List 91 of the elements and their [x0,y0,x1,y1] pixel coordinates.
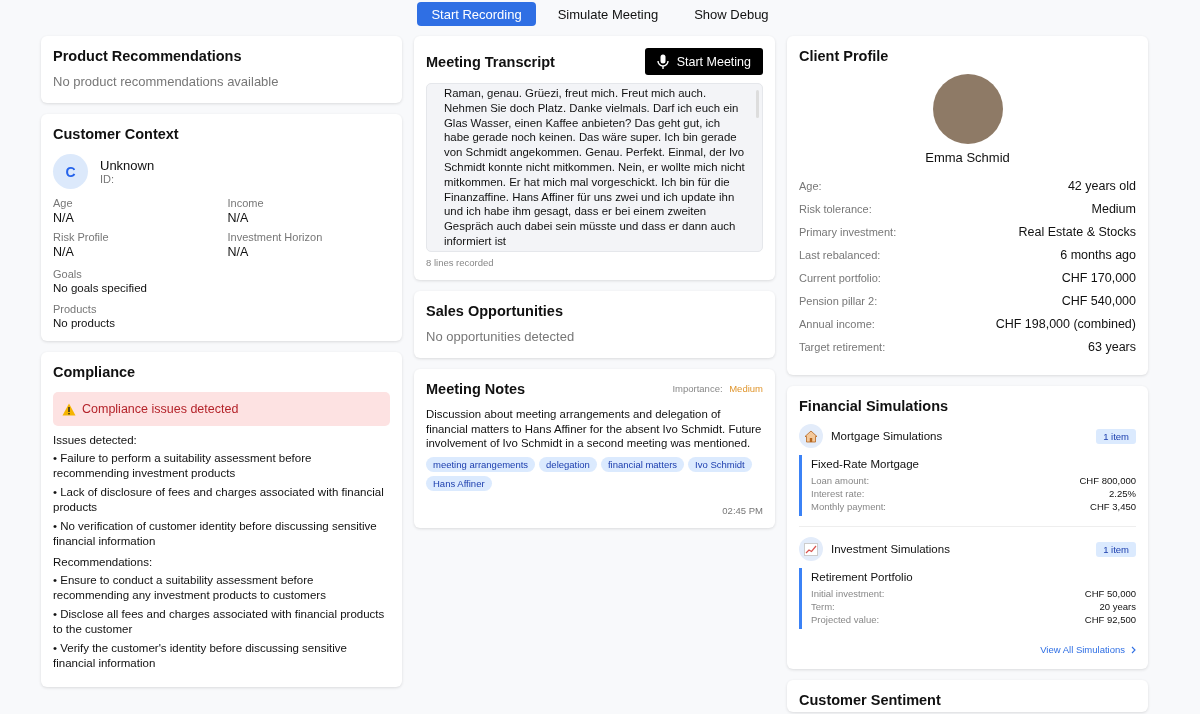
simulation-value: 2.25% [1109,487,1136,500]
profile-value: 6 months ago [1060,248,1136,262]
toolbar-button[interactable]: Simulate Meeting [543,2,673,26]
card-title: Sales Opportunities [426,302,564,319]
card-title: Customer Sentiment [799,692,942,708]
profile-value: CHF 170,000 [1061,271,1136,285]
client-name: Emma Schmid [924,150,1011,165]
profile-value: 42 years old [1067,179,1136,193]
section-value: No products [53,317,116,329]
simulation-value: CHF 800,000 [1079,474,1136,487]
house-icon [799,424,823,448]
field-value: N/A [227,245,250,259]
warning-icon [62,402,76,416]
profile-value: CHF 198,000 (combined) [995,317,1136,331]
microphone-icon [656,54,669,69]
section-label: Goals [53,268,83,280]
chart-icon [799,537,823,561]
list-heading: Issues detected: [53,434,138,446]
item-count-badge: 1 item [1096,428,1136,444]
simulation-value: 20 years [1099,600,1136,613]
field-value: N/A [53,211,75,225]
card-title: Meeting Notes [426,380,526,397]
simulation-title: Retirement Portfolio [811,571,914,583]
simulation-group-title: Investment Simulations [831,543,951,555]
profile-value: CHF 540,000 [1061,294,1136,308]
section-value: No goals specified [53,282,148,294]
profile-label: Target retirement: [799,341,886,353]
simulation-value: CHF 50,000 [1084,587,1136,600]
view-all-simulations-link[interactable]: View All Simulations [1040,644,1136,655]
field-value: N/A [53,245,75,259]
card-title: Meeting Transcript [426,53,555,70]
note-time: 02:45 PM [721,505,763,517]
field-label: Income [227,197,265,209]
list-item: • Lack of disclosure of fees and charges associated with financial products [53,485,385,515]
start-meeting-button[interactable]: Start Meeting [644,48,763,75]
field-label: Risk Profile [53,231,110,243]
profile-label: Last rebalanced: [799,249,881,261]
customer-name: Unknown [100,158,155,173]
item-count-badge: 1 item [1096,541,1136,557]
profile-value: Real Estate & Stocks [1018,225,1136,239]
simulation-label: Loan amount: [811,474,870,487]
importance-value: Medium [729,383,763,395]
profile-label: Risk tolerance: [799,203,872,215]
notes-summary: Discussion about meeting arrangements and delegation of financial matters to Hans Affiner for the absent Ivo Schmidt. Future involvement of Ivo Schmidt in a second meeting was mentioned. [426,406,763,452]
alert-text: Compliance issues detected [82,402,239,416]
empty-message: No opportunities detected [426,328,576,344]
simulation-label: Term: [811,600,835,613]
simulation-title: Fixed-Rate Mortgage [811,458,921,470]
list-item: • Verify the customer's identity before discussing sensitive financial information [53,641,348,671]
transcript-text: Raman, genau. Grüezi, freut mich. Freut mich auch. Nehmen Sie doch Platz. Danke vielmals. Darf ich euch ein Glas Wasser, einen Kaffee anbieten? Das geht gut, ich habe gerade noch keinen. Das wäre super. Ich bin gerade von Schmidt angekommen. Genau. Perfekt. Einmal, der Ivo Schmidt konnte nicht mitkommen. Nein, er wollte mich nicht mitkommen. Er hat mich mal vorgeschickt. Ich bin für die Finanzaffine. Hans Affiner für uns zwei und ich update ihn und ich habe ihm gesagt, dass er bei einem zweiten Gespräch auch dabei sein müsste und dass er dann auch informiert ist [444,86,746,249]
chevron-right-icon [1131,646,1136,655]
profile-value: Medium [1091,202,1136,216]
profile-label: Age: [799,180,822,192]
simulation-label: Interest rate: [811,487,865,500]
field-value: N/A [227,211,250,225]
list-item: • Disclose all fees and charges associated with financial products to the customer [53,607,386,637]
customer-id-label: ID: [100,173,116,185]
empty-message: No product recommendations available [53,74,280,89]
lines-recorded-count: 8 lines recorded [426,256,495,268]
section-label: Products [53,303,98,315]
simulation-value: CHF 92,500 [1084,613,1136,626]
card-title: Compliance [53,364,137,380]
profile-value: 63 years [1088,340,1136,354]
simulation-label: Initial investment: [811,587,885,600]
toolbar-button[interactable]: Start Recording [417,2,536,26]
profile-label: Current portfolio: [799,272,881,284]
list-item: • Failure to perform a suitability assessment before recommending investment products [53,451,313,481]
simulation-label: Projected value: [811,613,880,626]
tag: delegation [539,457,597,473]
toolbar-button[interactable]: Show Debug [680,2,783,26]
field-label: Age [53,197,74,209]
simulation-group-title: Mortgage Simulations [831,430,944,442]
field-label: Investment Horizon [227,231,324,243]
tag: Ivo Schmidt [688,457,752,473]
card-title: Financial Simulations [799,398,950,414]
card-title: Client Profile [799,48,890,64]
tag: financial matters [600,457,685,473]
tag: Hans Affiner [426,476,492,492]
tag: meeting arrangements [426,457,536,473]
card-title: Customer Context [53,126,180,142]
list-item: • No verification of customer identity before discussing sensitive financial information [53,519,378,549]
profile-label: Primary investment: [799,226,897,238]
list-item: • Ensure to conduct a suitability assessment before recommending any investment products to customers [53,573,327,603]
simulation-label: Monthly payment: [811,500,886,513]
simulation-value: CHF 3,450 [1090,500,1136,513]
card-title: Product Recommendations [53,48,243,64]
avatar-initial: C [53,154,88,189]
profile-label: Pension pillar 2: [799,295,878,307]
importance-label: Importance: [672,383,723,395]
profile-label: Annual income: [799,318,875,330]
list-heading: Recommendations: [53,556,154,568]
